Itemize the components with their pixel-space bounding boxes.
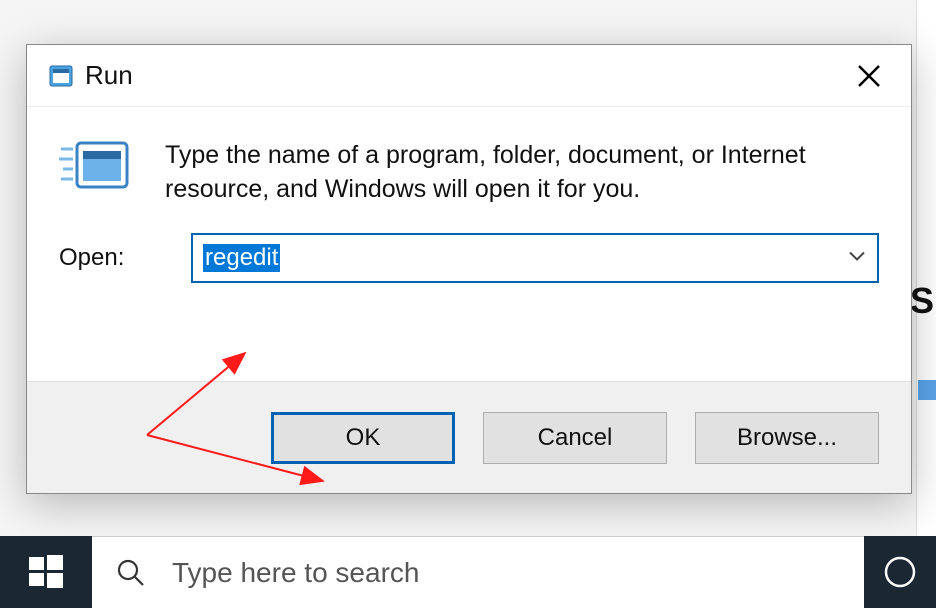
- start-button[interactable]: [0, 536, 92, 608]
- instruction-text: Type the name of a program, folder, docu…: [165, 139, 879, 207]
- run-dialog: Run Type the name of a progra: [26, 44, 912, 494]
- windows-logo-icon: [27, 553, 65, 591]
- open-value: regedit: [203, 244, 280, 272]
- button-bar: OK Cancel Browse...: [27, 381, 911, 493]
- search-icon: [116, 558, 146, 588]
- run-dialog-icon: [59, 139, 131, 199]
- cortana-icon: [882, 554, 918, 590]
- chevron-down-icon[interactable]: [847, 248, 867, 267]
- open-label: Open:: [59, 244, 167, 272]
- background-letter: S: [910, 280, 934, 322]
- open-combobox[interactable]: regedit: [191, 233, 879, 283]
- search-placeholder: Type here to search: [172, 557, 419, 589]
- cortana-button[interactable]: [864, 536, 936, 608]
- close-button[interactable]: [849, 56, 889, 96]
- titlebar: Run: [27, 45, 911, 107]
- cancel-button[interactable]: Cancel: [483, 412, 667, 464]
- dialog-title: Run: [85, 60, 133, 91]
- run-title-icon: [49, 65, 73, 87]
- browse-button[interactable]: Browse...: [695, 412, 879, 464]
- taskbar-search[interactable]: Type here to search: [92, 536, 864, 608]
- close-icon: [856, 63, 882, 89]
- ok-button[interactable]: OK: [271, 412, 455, 464]
- taskbar: Type here to search: [0, 536, 936, 608]
